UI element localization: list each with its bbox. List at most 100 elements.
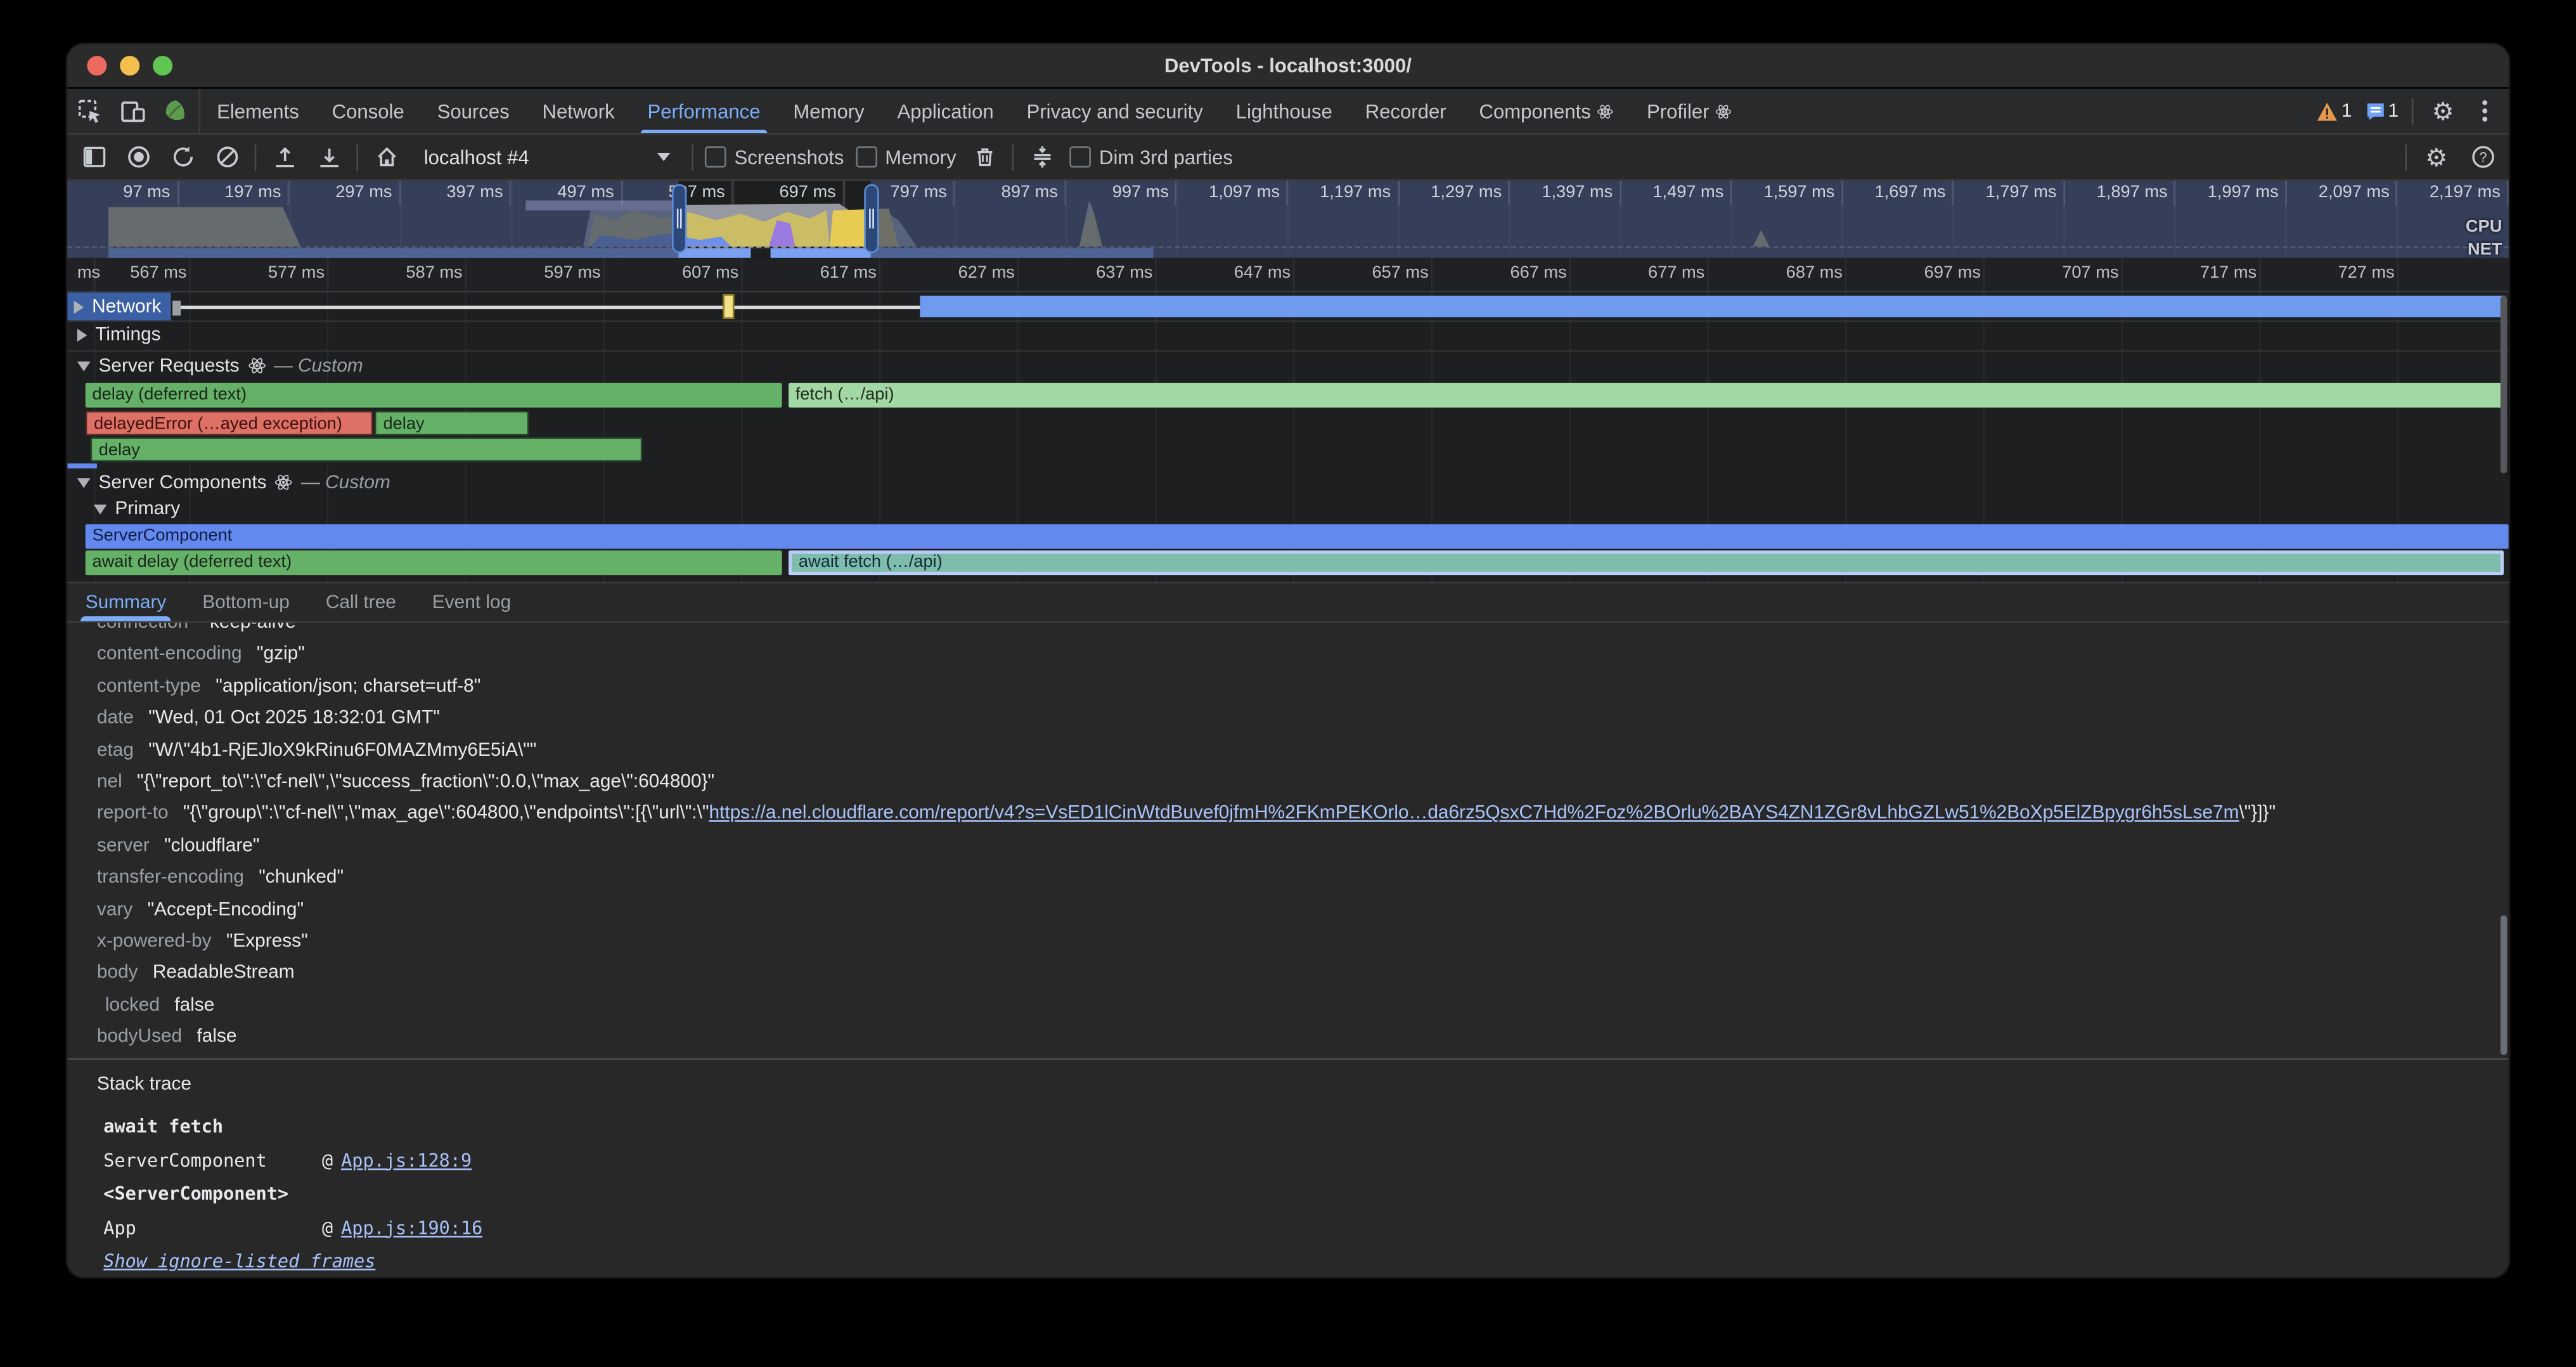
network-request-marker[interactable]	[723, 294, 734, 319]
network-track-label-chip[interactable]: Network	[67, 292, 171, 320]
disclosure-down-icon[interactable]	[77, 361, 91, 371]
server-requests-track-header[interactable]: Server Requests — Custom	[67, 350, 2508, 381]
tab-elements[interactable]: Elements	[200, 89, 316, 133]
network-request-bar[interactable]	[920, 296, 2505, 318]
clear-button[interactable]	[210, 141, 243, 174]
memory-label: Memory	[885, 145, 956, 168]
disclosure-down-icon[interactable]	[94, 505, 107, 515]
timeline-entry[interactable]: await delay (deferred text)	[86, 550, 783, 575]
tab-privacy-and-security[interactable]: Privacy and security	[1010, 89, 1220, 133]
overview-tick: 1,297 ms	[1399, 181, 1510, 205]
show-ignore-listed-frames-link[interactable]: Show ignore-listed frames	[97, 1250, 376, 1272]
timeline-overview[interactable]: 97 ms197 ms297 ms397 ms497 ms597 ms697 m…	[67, 181, 2508, 258]
help-icon[interactable]: ?	[2466, 141, 2499, 174]
overview-tick-label: 2,097 ms	[2319, 183, 2390, 202]
record-and-reload-button[interactable]	[166, 141, 199, 174]
collect-garbage-icon[interactable]	[968, 141, 1001, 174]
inspect-element-icon[interactable]	[74, 94, 107, 127]
checkbox-box[interactable]	[856, 146, 877, 168]
tab-label: Elements	[217, 100, 299, 122]
load-profile-icon[interactable]	[267, 141, 300, 174]
device-toolbar-icon[interactable]	[117, 94, 150, 127]
network-track-label: Network	[92, 297, 161, 316]
history-select[interactable]: localhost #4	[414, 142, 680, 172]
tab-label: Lighthouse	[1236, 100, 1332, 122]
issues-badge[interactable]: 1	[2365, 101, 2399, 120]
timeline-entry[interactable]: delay (deferred text)	[86, 383, 783, 408]
timeline-entry-label: delay (deferred text)	[93, 384, 247, 404]
home-icon[interactable]	[370, 141, 402, 174]
report-to-url-link[interactable]: https://a.nel.cloudflare.com/report/v4?s…	[709, 804, 2239, 824]
details-scrollbar[interactable]	[2501, 916, 2507, 1055]
disclosure-right-icon[interactable]	[74, 300, 84, 313]
stack-frame-location-link[interactable]: App.js:128:9	[341, 1144, 472, 1178]
property-value: ReadableStream	[153, 964, 295, 983]
tab-lighthouse[interactable]: Lighthouse	[1220, 89, 1349, 133]
timings-track-header[interactable]: Timings	[67, 320, 2508, 351]
timeline-entry[interactable]: delay	[91, 437, 642, 462]
overview-tick: 1,497 ms	[1621, 181, 1732, 205]
warnings-badge[interactable]: 1	[2317, 101, 2352, 120]
server-components-track-label: Server Components	[99, 472, 267, 492]
tab-console[interactable]: Console	[316, 89, 421, 133]
tab-label: Application	[898, 100, 994, 122]
property-row: content-encoding"gzip"	[97, 640, 2509, 671]
checkbox-box[interactable]	[705, 146, 726, 168]
overview-tick: 397 ms	[400, 181, 511, 205]
tab-event-log[interactable]: Event log	[414, 583, 529, 621]
timeline-entry[interactable]: delayedError (…ayed exception)	[86, 410, 373, 435]
stack-frame-function: ServerComponent	[103, 1144, 322, 1178]
save-profile-icon[interactable]	[312, 141, 345, 174]
tab-summary[interactable]: Summary	[67, 583, 184, 621]
timeline-entry[interactable]: await fetch (…/api)	[789, 550, 2504, 575]
disclosure-right-icon[interactable]	[77, 328, 87, 342]
timeline-entry[interactable]: ServerComponent	[86, 523, 2509, 548]
stack-frame-function: App	[103, 1212, 322, 1245]
stack-frame-location-link[interactable]: App.js:190:16	[341, 1212, 482, 1245]
selection-handle-left[interactable]	[672, 184, 686, 253]
dim-3rd-parties-checkbox[interactable]: Dim 3rd parties	[1069, 145, 1233, 168]
overview-tick: 897 ms	[955, 181, 1066, 205]
more-options-icon[interactable]	[2473, 100, 2496, 122]
tracks-scrollbar[interactable]	[2501, 296, 2507, 474]
tab-bottom-up[interactable]: Bottom-up	[184, 583, 308, 621]
tab-network[interactable]: Network	[526, 89, 631, 133]
tab-application[interactable]: Application	[881, 89, 1010, 133]
overview-tick: 1,597 ms	[1732, 181, 1843, 205]
primary-group-header[interactable]: Primary	[67, 496, 2508, 522]
window-title: DevTools - localhost:3000/	[67, 44, 2508, 87]
overview-tick: 797 ms	[844, 181, 955, 205]
checkbox-box[interactable]	[1069, 146, 1091, 168]
tab-call-tree[interactable]: Call tree	[307, 583, 414, 621]
toggle-sidebar-icon[interactable]	[77, 141, 110, 174]
selection-handle-right[interactable]	[864, 184, 879, 253]
throttling-icon[interactable]	[1025, 141, 1058, 174]
tab-sources[interactable]: Sources	[421, 89, 526, 133]
tab-recorder[interactable]: Recorder	[1349, 89, 1463, 133]
warning-icon	[2317, 101, 2338, 120]
divider	[2412, 98, 2414, 124]
timeline-entry[interactable]: delay	[375, 410, 529, 435]
overview-tick-label: 1,197 ms	[1320, 183, 1391, 202]
property-value: "Wed, 01 Oct 2025 18:32:01 GMT"	[148, 709, 440, 729]
settings-gear-icon[interactable]: ⚙	[2426, 94, 2459, 127]
tab-components[interactable]: Components	[1463, 89, 1630, 133]
record-button[interactable]	[122, 141, 155, 174]
property-key: bodyUsed	[97, 1027, 182, 1047]
overview-tick-label: 97 ms	[123, 183, 170, 202]
ruler-tick-label: 577 ms	[268, 263, 325, 283]
capture-settings-gear-icon[interactable]: ⚙	[2420, 141, 2453, 174]
screenshots-checkbox[interactable]: Screenshots	[705, 145, 844, 168]
network-request-whisker[interactable]	[181, 306, 920, 309]
stack-frame-title: <ServerComponent>	[97, 1178, 2509, 1212]
timeline-entry[interactable]: fetch (…/api)	[789, 383, 2504, 408]
property-key: body	[97, 964, 138, 983]
memory-checkbox[interactable]: Memory	[856, 145, 956, 168]
tab-performance[interactable]: Performance	[631, 89, 777, 133]
ruler-tick-label: 697 ms	[1924, 263, 1981, 283]
disclosure-down-icon[interactable]	[77, 477, 91, 488]
tab-memory[interactable]: Memory	[776, 89, 880, 133]
ruler-tick-label: 687 ms	[1786, 263, 1843, 283]
server-components-track-header[interactable]: Server Components — Custom	[67, 469, 2508, 496]
tab-profiler[interactable]: Profiler	[1630, 89, 1749, 133]
